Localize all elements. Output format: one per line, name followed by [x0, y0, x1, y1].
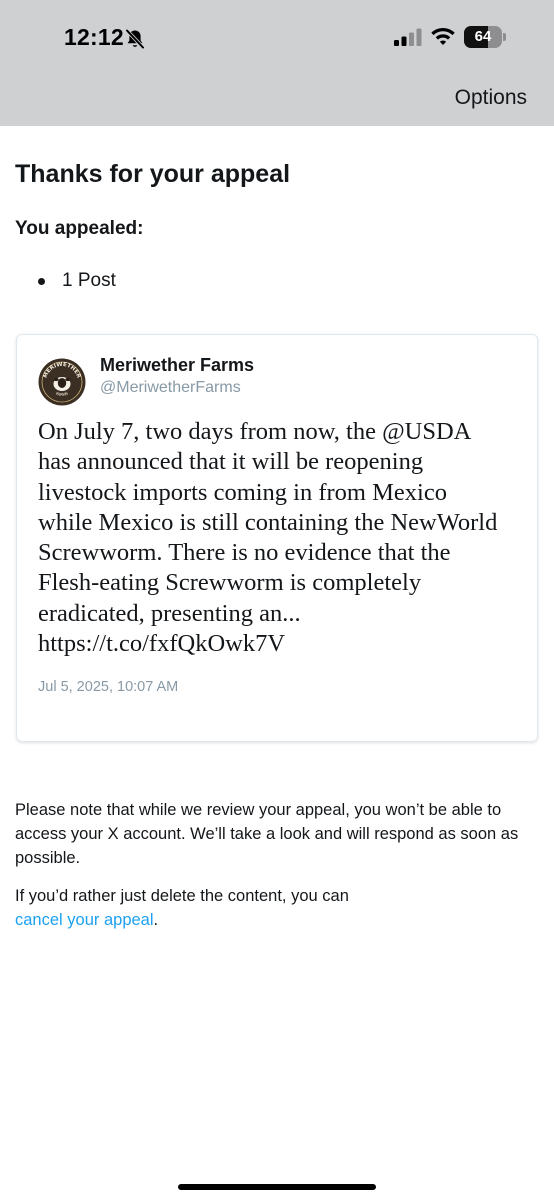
post-text: On July 7, two days from now, the @USDA … [38, 418, 498, 658]
avatar: MERIWETHER FARMS [37, 357, 87, 407]
post-date: Jul 5, 2025, 10:07 AM [38, 679, 179, 695]
author-handle: @MeriwetherFarms [100, 379, 241, 396]
author-name: Meriwether Farms [100, 355, 255, 375]
cellular-signal-icon [394, 28, 422, 46]
wifi-icon [431, 28, 455, 45]
battery-icon: 64 [464, 26, 508, 48]
page-title: Thanks for your appeal [15, 160, 291, 188]
appealed-heading: You appealed: [15, 218, 144, 239]
home-indicator[interactable] [178, 1184, 376, 1190]
battery-body: 64 [464, 26, 502, 48]
cancel-prefix: If you’d rather just delete the content,… [15, 887, 349, 905]
cancel-note: If you’d rather just delete the content,… [15, 884, 540, 932]
top-bar: 12:12 64 Options [0, 0, 554, 126]
post-card[interactable]: MERIWETHER FARMS Meriwether Farms @Meriw… [16, 334, 538, 742]
cancel-appeal-link[interactable]: cancel your appeal [15, 911, 154, 929]
status-time: 12:12 [64, 24, 124, 50]
cancel-suffix: . [153, 911, 159, 929]
battery-level: 64 [474, 28, 492, 45]
bell-slash-icon [125, 28, 145, 50]
battery-nub [503, 33, 506, 41]
appealed-item-label: 1 Post [62, 270, 116, 291]
appealed-list-item: 1 Post [38, 270, 116, 292]
bullet-icon [38, 277, 45, 285]
options-button[interactable]: Options [455, 86, 527, 110]
review-note: Please note that while we review your ap… [15, 801, 519, 867]
